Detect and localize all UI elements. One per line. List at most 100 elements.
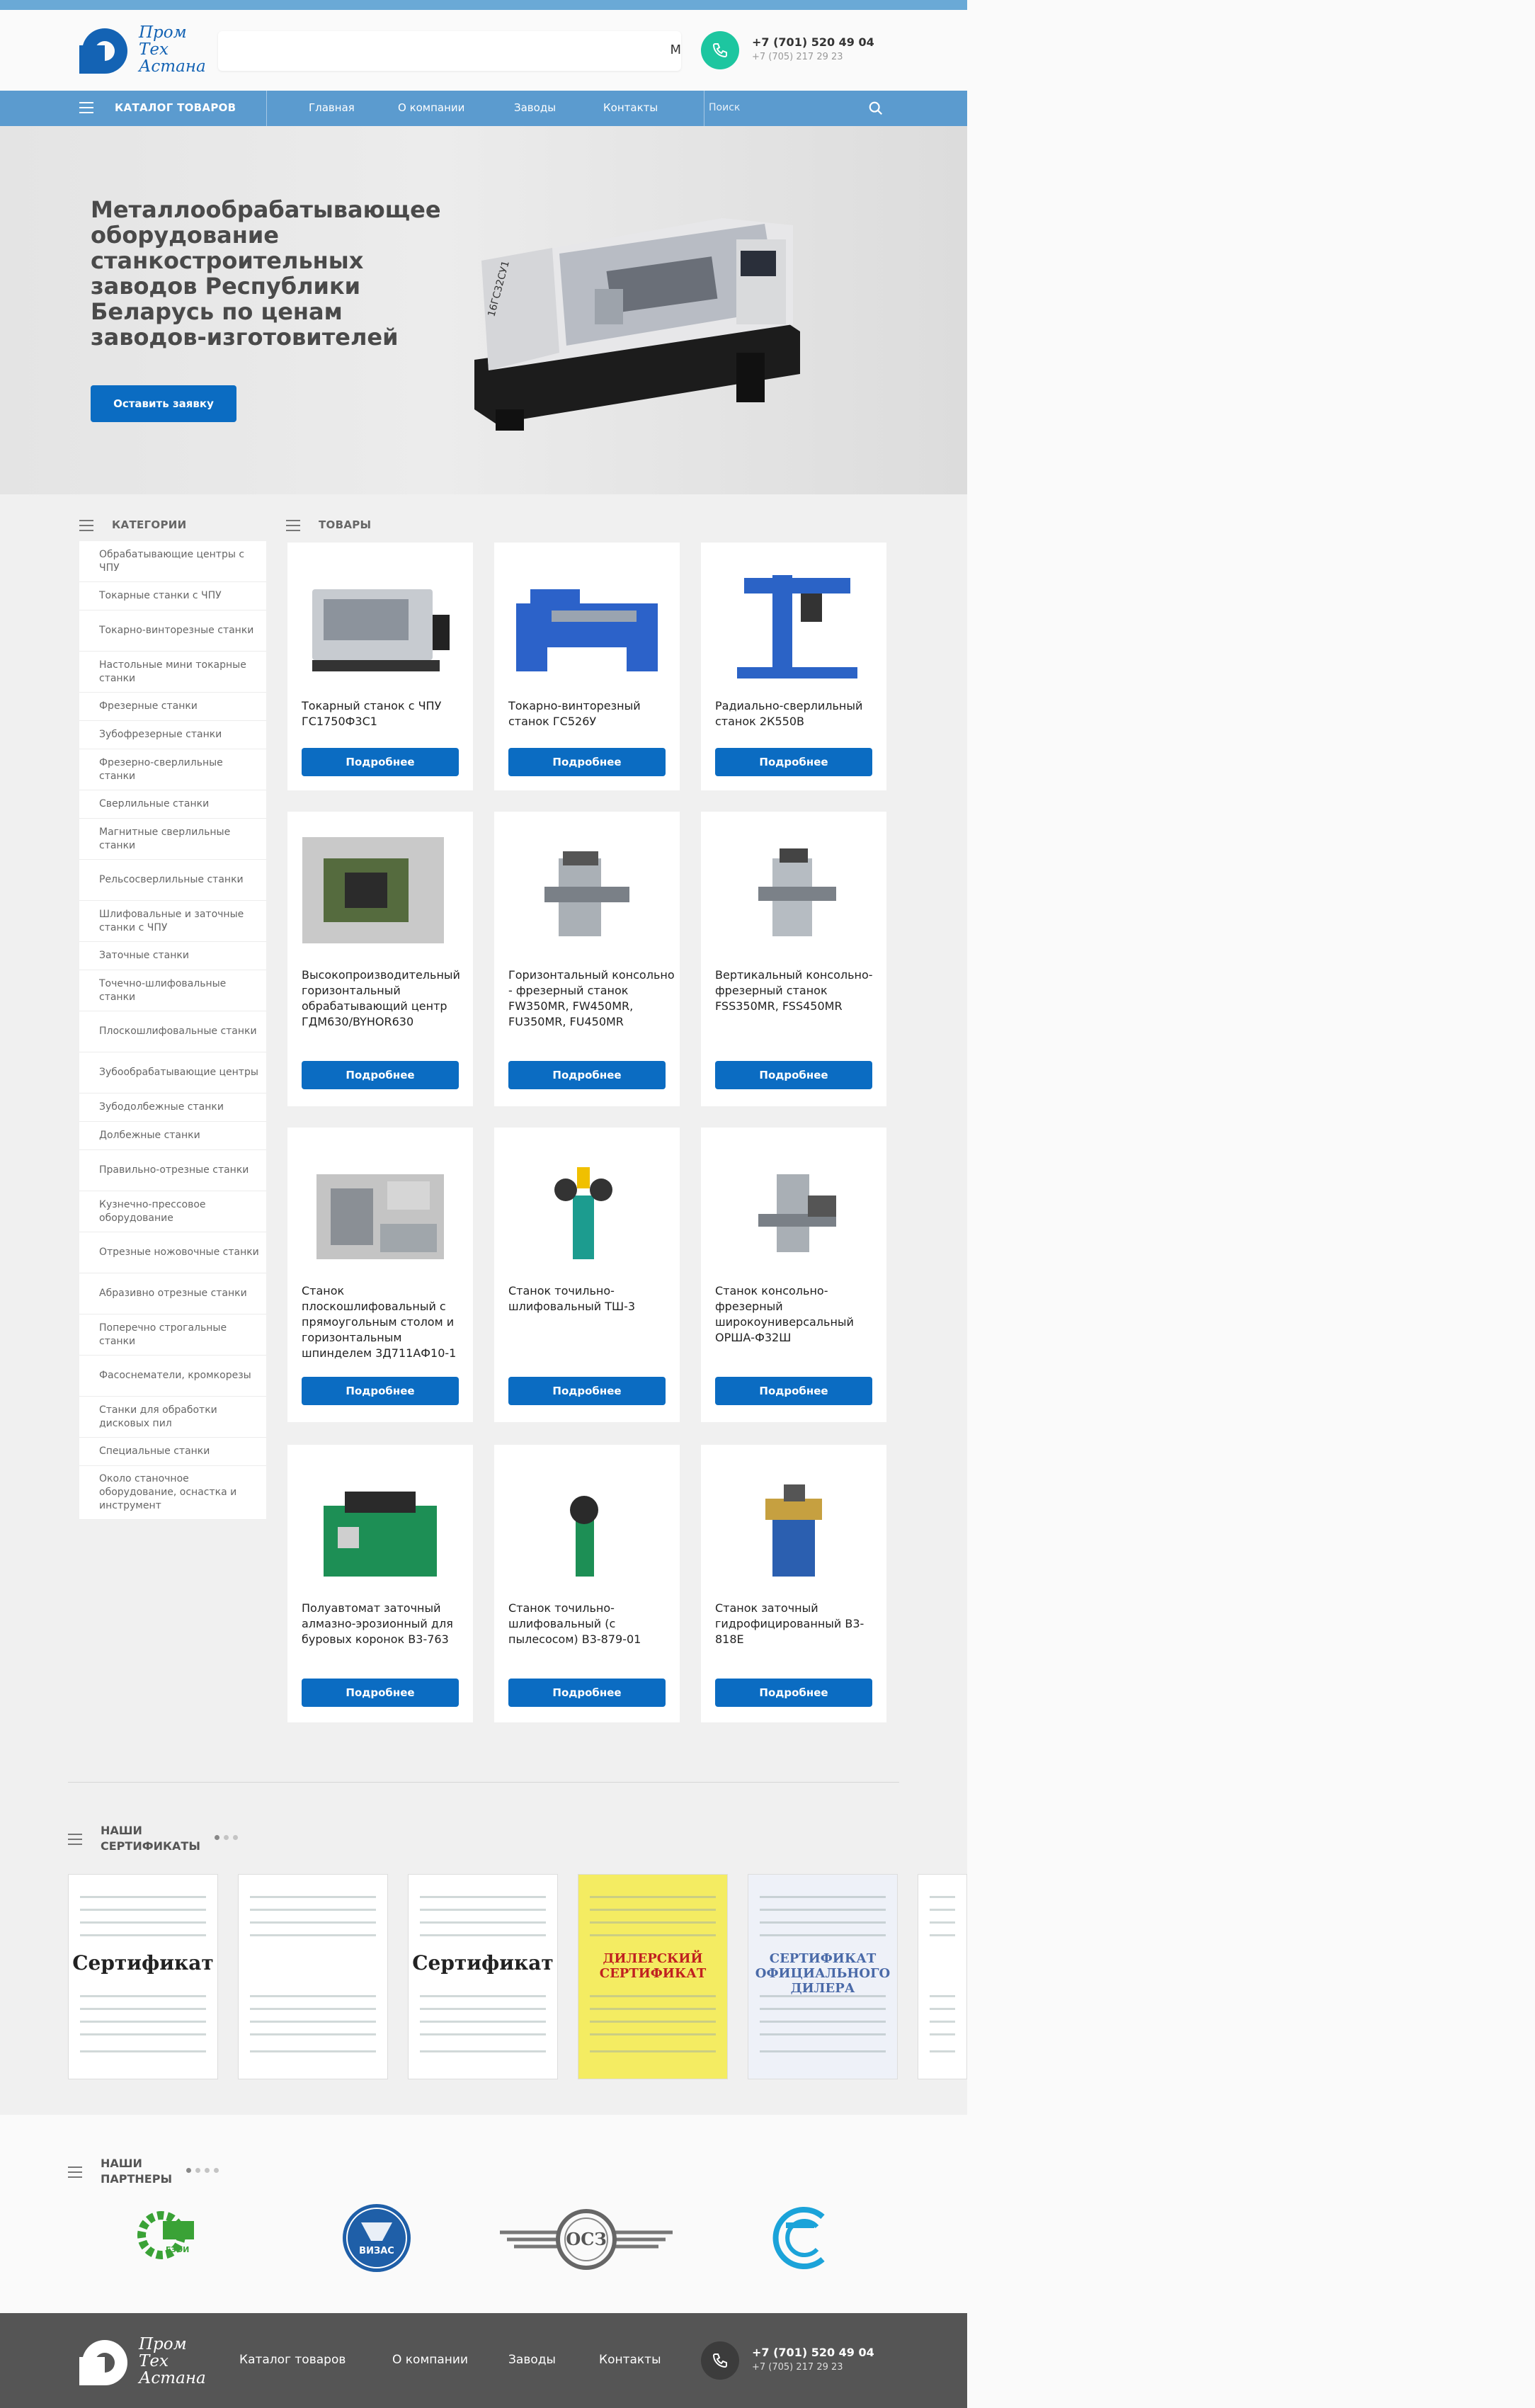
certificate-card[interactable]: СЕРТИФИКАТ ОФИЦИАЛЬНОГО ДИЛЕРА [748,1874,898,2079]
product-title[interactable]: Горизонтальный консольно - фрезерный ста… [508,967,678,1030]
footer-link-catalog[interactable]: Каталог товаров [239,2353,346,2367]
product-card[interactable]: Станок консольно-фрезерный широкоуниверс… [701,1128,886,1422]
details-button[interactable]: Подробнее [302,1061,459,1089]
category-item[interactable]: Станки для обработки дисковых пил [79,1397,266,1438]
product-card[interactable]: Станок заточный гидрофицированный В3-818… [701,1445,886,1722]
certificate-card[interactable]: Сертификат [408,1874,558,2079]
nav-item-home[interactable]: Главная [309,101,355,114]
category-item[interactable]: Зубофрезерные станки [79,721,266,749]
product-title[interactable]: Токарно-винторезный станок ГС526У [508,698,678,729]
category-item[interactable]: Специальные станки [79,1438,266,1466]
product-image[interactable] [508,837,666,950]
category-item[interactable]: Около станочное оборудование, оснастка и… [79,1466,266,1520]
category-item[interactable]: Фрезерные станки [79,693,266,721]
footer-link-contacts[interactable]: Контакты [599,2353,661,2367]
product-title[interactable]: Станок точильно-шлифовальный (с пылесосо… [508,1601,678,1647]
search-icon[interactable] [868,101,884,116]
certificate-card[interactable]: Сертификат [68,1874,218,2079]
product-title[interactable]: Станок заточный гидрофицированный В3-818… [715,1601,885,1647]
product-card[interactable]: Станок плоскошлифовальный с прямоугольны… [287,1128,473,1422]
category-item[interactable]: Зубообрабатывающие центры [79,1052,266,1094]
partners-carousel-dots[interactable] [186,2167,223,2173]
product-image[interactable] [302,1153,459,1266]
certificate-card[interactable] [918,1874,967,2079]
footer-phone-secondary[interactable]: +7 (705) 217 29 23 [752,2362,874,2373]
product-image[interactable] [508,1153,666,1266]
product-title[interactable]: Радиально-сверлильный станок 2К550В [715,698,885,729]
nav-item-about[interactable]: О компании [398,101,464,114]
partner-logo-osz[interactable]: ОСЗ [496,2204,677,2275]
certificate-card[interactable]: ДИЛЕРСКИЙ СЕРТИФИКАТ [578,1874,728,2079]
phone-secondary[interactable]: +7 (705) 217 29 23 [752,52,874,62]
details-button[interactable]: Подробнее [302,1377,459,1405]
category-item[interactable]: Фасоснематели, кромкорезы [79,1356,266,1397]
footer-link-about[interactable]: О компании [392,2353,468,2367]
details-button[interactable]: Подробнее [715,1377,872,1405]
product-title[interactable]: Станок плоскошлифовальный с прямоугольны… [302,1283,472,1361]
product-card[interactable]: Вертикальный консольно-фрезерный станок … [701,812,886,1106]
phone-icon[interactable] [701,31,739,69]
category-item[interactable]: Шлифовальные и заточные станки с ЧПУ [79,901,266,942]
product-card[interactable]: Станок точильно-шлифовальный ТШ-3 Подробн… [494,1128,680,1422]
category-item[interactable]: Правильно-отрезные станки [79,1150,266,1191]
category-item[interactable]: Поперечно строгальные станки [79,1314,266,1356]
details-button[interactable]: Подробнее [508,1679,666,1707]
product-image[interactable] [715,1153,872,1266]
category-item[interactable]: Токарные станки с ЧПУ [79,582,266,610]
product-image[interactable] [508,1470,666,1584]
nav-item-factories[interactable]: Заводы [514,101,556,114]
menu-icon[interactable] [79,102,93,115]
category-item[interactable]: Точечно-шлифовальные станки [79,970,266,1011]
details-button[interactable]: Подробнее [715,1061,872,1089]
product-title[interactable]: Станок консольно-фрезерный широкоуниверс… [715,1283,885,1346]
product-image[interactable] [715,1470,872,1584]
product-card[interactable]: Токарно-винторезный станок ГС526У Подробн… [494,543,680,790]
category-item[interactable]: Плоскошлифовальные станки [79,1011,266,1052]
details-button[interactable]: Подробнее [715,1679,872,1707]
product-image[interactable] [508,568,666,681]
product-image[interactable] [715,837,872,950]
details-button[interactable]: Подробнее [508,1061,666,1089]
certificate-card[interactable] [238,1874,388,2079]
product-image[interactable] [715,568,872,681]
leave-request-button[interactable]: Оставить заявку [91,385,236,422]
footer-phone-primary[interactable]: +7 (701) 520 49 04 [752,2346,874,2359]
phone-primary[interactable]: +7 (701) 520 49 04 [752,35,874,49]
footer-phone-icon[interactable] [701,2341,739,2380]
product-image[interactable] [302,1470,459,1584]
product-title[interactable]: Токарный станок с ЧПУ ГС1750Ф3С1 [302,698,472,729]
category-item[interactable]: Заточные станки [79,942,266,970]
product-title[interactable]: Высокопроизводительный горизонтальный об… [302,967,472,1030]
header-search-input[interactable]: М [218,31,681,71]
product-image[interactable] [302,837,459,950]
certificates-carousel-dots[interactable] [214,1834,242,1840]
product-title[interactable]: Полуавтомат заточный алмазно-эрозионный … [302,1601,472,1647]
product-title[interactable]: Станок точильно-шлифовальный ТШ-3 [508,1283,678,1314]
category-item[interactable]: Абразивно отрезные станки [79,1273,266,1314]
category-item[interactable]: Настольные мини токарные станки [79,652,266,693]
product-image[interactable] [302,568,459,681]
footer-link-factories[interactable]: Заводы [508,2353,556,2367]
partner-logo-vizas[interactable]: ВИЗАС [340,2201,413,2275]
category-item[interactable]: Магнитные сверлильные станки [79,819,266,860]
partner-logo-c-arc[interactable] [768,2203,835,2273]
category-item[interactable]: Отрезные ножовочные станки [79,1232,266,1273]
details-button[interactable]: Подробнее [302,1679,459,1707]
category-item[interactable]: Фрезерно-сверлильные станки [79,749,266,790]
category-item[interactable]: Рельсосверлильные станки [79,860,266,901]
product-card[interactable]: Полуавтомат заточный алмазно-эрозионный … [287,1445,473,1722]
product-card[interactable]: Станок точильно-шлифовальный (с пылесосо… [494,1445,680,1722]
site-logo[interactable]: Пром Тех Астана [79,23,206,76]
product-card[interactable]: Радиально-сверлильный станок 2К550В Подро… [701,543,886,790]
product-title[interactable]: Вертикальный консольно-фрезерный станок … [715,967,885,1014]
product-card[interactable]: Высокопроизводительный горизонтальный об… [287,812,473,1106]
category-item[interactable]: Сверлильные станки [79,790,266,819]
details-button[interactable]: Подробнее [508,1377,666,1405]
partner-logo-gzoi[interactable]: ГЗОИ [135,2207,198,2264]
nav-catalog[interactable]: КАТАЛОГ ТОВАРОВ [115,101,236,114]
category-item[interactable]: Обрабатывающие центры с ЧПУ [79,541,266,582]
footer-logo[interactable]: Пром Тех Астана [79,2334,206,2388]
category-item[interactable]: Зубодолбежные станки [79,1094,266,1122]
product-card[interactable]: Горизонтальный консольно - фрезерный ста… [494,812,680,1106]
nav-item-contacts[interactable]: Контакты [603,101,658,114]
